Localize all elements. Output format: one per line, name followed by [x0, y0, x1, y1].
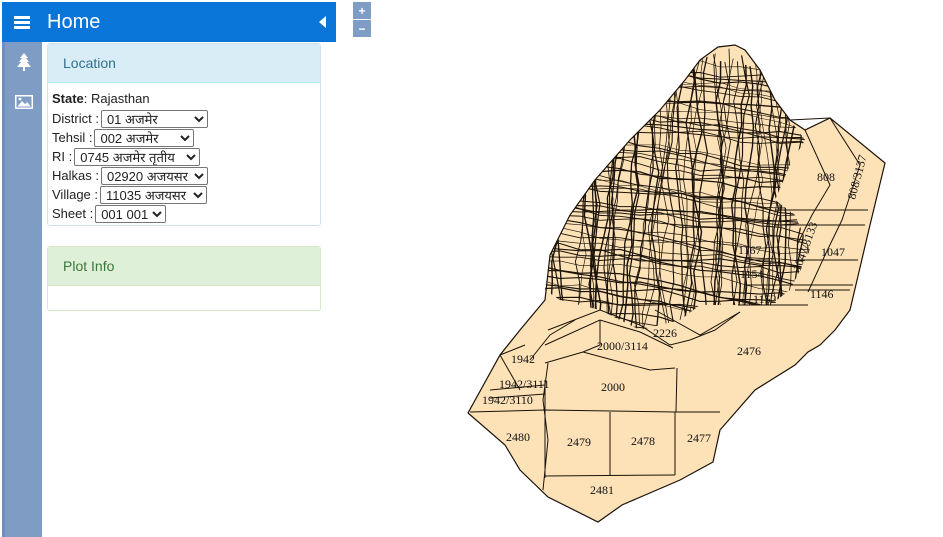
location-panel: Location State : Rajasthan District : 01…: [47, 43, 321, 226]
plot-label[interactable]: 2478: [631, 434, 655, 448]
plot-label[interactable]: 1167: [738, 243, 762, 257]
hamburger-icon: [14, 15, 30, 29]
plot-label[interactable]: 2476: [737, 344, 761, 358]
zoom-control: + −: [353, 2, 371, 37]
plot-label[interactable]: 2477: [687, 431, 711, 445]
header-bar: Home: [2, 2, 336, 42]
tehsil-select[interactable]: 002 अजमेर: [94, 128, 195, 147]
ri-label: RI :: [52, 149, 73, 164]
plot-label[interactable]: 1942/3110: [482, 393, 533, 407]
plot-info-content: [48, 286, 320, 290]
village-label: Village :: [52, 187, 99, 202]
layers-button[interactable]: [5, 42, 42, 82]
location-panel-header[interactable]: Location: [48, 44, 320, 83]
basemap-button[interactable]: [5, 82, 42, 122]
state-value: : Rajasthan: [83, 90, 150, 106]
village-row: Village : 11035 अजयसर: [52, 185, 316, 204]
village-boundary: [467, 44, 886, 523]
plot-label[interactable]: 1047: [821, 245, 845, 259]
cadastral-map[interactable]: 808 808/3137 1047 1146 1047/3133 1167 11…: [440, 30, 943, 537]
plot-label[interactable]: 1152: [753, 292, 777, 306]
parcel-line: [545, 57, 810, 86]
ri-select[interactable]: 0745 अजमेर तृतीय: [74, 147, 201, 166]
plot-label[interactable]: 1942/3111: [499, 377, 549, 391]
sheet-select[interactable]: 001 001: [95, 204, 167, 223]
plot-label[interactable]: 1942: [511, 352, 535, 366]
map-canvas[interactable]: 808 808/3137 1047 1146 1047/3133 1167 11…: [440, 30, 943, 537]
plot-info-panel: Plot Info: [47, 246, 321, 311]
plot-label[interactable]: 2479: [567, 435, 591, 449]
plot-label[interactable]: 1154: [740, 267, 764, 281]
plot-label[interactable]: 2226: [653, 326, 677, 340]
plot-info-header[interactable]: Plot Info: [48, 247, 320, 286]
state-row: State : Rajasthan: [52, 87, 316, 109]
plot-label[interactable]: 2480: [506, 430, 530, 444]
page-title: Home: [47, 10, 101, 33]
district-row: District : 01 अजमेर: [52, 109, 316, 128]
zoom-out-button[interactable]: −: [353, 20, 371, 37]
parcel-line: [545, 45, 810, 71]
icon-sidebar: [2, 42, 42, 537]
plot-label[interactable]: 2000/3114: [597, 339, 648, 353]
halkas-select[interactable]: 02920 अजयसर: [100, 166, 208, 185]
plot-label[interactable]: 2481: [590, 483, 614, 497]
ri-row: RI : 0745 अजमेर तृतीय: [52, 147, 316, 166]
parcel-line: [545, 53, 810, 82]
tree-icon: [16, 53, 31, 71]
plot-label[interactable]: 1146: [810, 287, 834, 301]
halkas-label: Halkas :: [52, 168, 99, 183]
sheet-label: Sheet :: [52, 206, 94, 221]
plot-label[interactable]: 808: [817, 170, 835, 184]
parcel-line: [545, 48, 810, 90]
image-icon: [14, 95, 33, 109]
collapse-sidebar-button[interactable]: [308, 2, 336, 42]
halkas-row: Halkas : 02920 अजयसर: [52, 166, 316, 185]
zoom-in-button[interactable]: +: [353, 2, 371, 19]
state-label: State: [52, 90, 84, 106]
tehsil-label: Tehsil :: [52, 130, 93, 145]
plot-label[interactable]: 2000: [601, 380, 625, 394]
district-select[interactable]: 01 अजमेर: [100, 109, 208, 128]
caret-left-icon: [318, 16, 326, 28]
tehsil-row: Tehsil : 002 अजमेर: [52, 128, 316, 147]
village-select[interactable]: 11035 अजयसर: [100, 185, 208, 204]
menu-button[interactable]: [2, 2, 42, 42]
parcel-line: [524, 55, 540, 335]
parcel-line: [531, 60, 544, 340]
district-label: District :: [52, 111, 99, 126]
sheet-row: Sheet : 001 001: [52, 204, 316, 223]
